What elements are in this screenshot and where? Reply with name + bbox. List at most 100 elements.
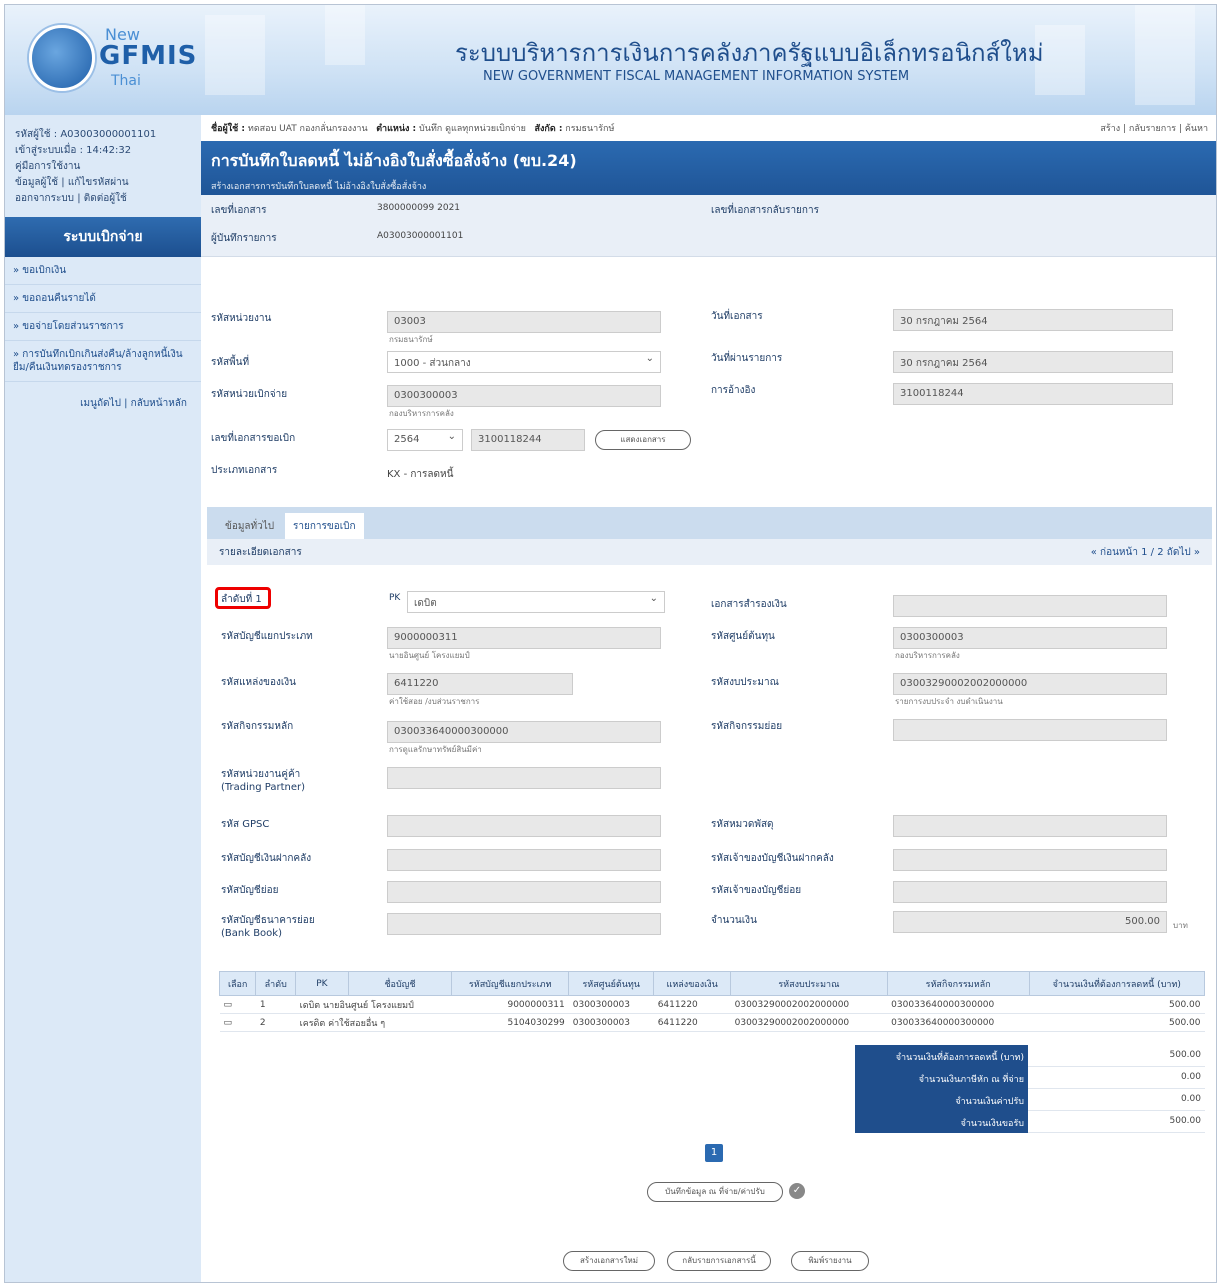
disb-field[interactable]: 0300300003 — [387, 385, 661, 407]
pk-label: PK — [389, 593, 401, 603]
row-fund: 6411220 — [653, 995, 731, 1014]
gl-field[interactable]: 9000000311 — [387, 627, 661, 649]
amount-unit: บาท — [1173, 921, 1188, 930]
gpsc-field[interactable] — [387, 815, 661, 837]
row-cc: 0300300003 — [568, 995, 654, 1014]
table-row[interactable]: ▭ 2 เครดิต ค่าใช้สอยอื่น ๆ 5104030299 03… — [219, 1013, 1205, 1032]
top-links[interactable]: สร้าง | กลับรายการ | ค้นหา — [1100, 121, 1208, 135]
area-select[interactable]: 1000 - ส่วนกลาง — [387, 351, 661, 373]
cc-label: รหัสศูนย์ต้นทุน — [711, 631, 775, 642]
row-budget: 03003290002002000000 — [730, 1013, 888, 1032]
bud-sub: รายการงบประจำ งบดำเนินงาน — [895, 697, 1003, 706]
sub-label: รหัสบัญชีย่อย — [221, 885, 279, 896]
col-activity: รหัสกิจกรรมหลัก — [886, 971, 1030, 996]
logout-link[interactable]: ออกจากระบบ — [15, 193, 74, 204]
fund-field[interactable]: 6411220 — [387, 673, 573, 695]
contact-link[interactable]: ติดต่อผู้ใช้ — [84, 193, 127, 204]
page-button[interactable]: 1 — [705, 1144, 723, 1162]
show-doc-button[interactable]: แสดงเอกสาร — [595, 430, 691, 450]
bank-label: รหัสบัญชีธนาคารย่อย (Bank Book) — [221, 915, 315, 939]
recorder-label: ผู้บันทึกรายการ — [211, 233, 277, 244]
pager[interactable]: « ก่อนหน้า 1 / 2 ถัดไป » — [1091, 545, 1200, 560]
menu-item-pay[interactable]: » ขอจ่ายโดยส่วนราชการ — [5, 313, 201, 341]
col-amount: จำนวนเงินที่ต้องการลดหนี้ (บาท) — [1028, 971, 1206, 996]
row-activity: 030033640000300000 — [887, 995, 1030, 1014]
cc-field[interactable]: 0300300003 — [893, 627, 1167, 649]
item-label: ลำดับที่ 1 — [221, 594, 262, 605]
manual-link[interactable]: คู่มือการใช้งาน — [15, 161, 80, 172]
req-no-field[interactable]: 3100118244 — [471, 429, 585, 451]
tp-field[interactable] — [387, 767, 661, 789]
create-button[interactable]: สร้างเอกสารใหม่ — [563, 1251, 655, 1271]
row-cc: 0300300003 — [568, 1013, 654, 1032]
disb-label: รหัสหน่วยเบิกจ่าย — [211, 389, 288, 400]
bank-field[interactable] — [387, 913, 661, 935]
src-field[interactable] — [893, 595, 1167, 617]
subact-field[interactable] — [893, 719, 1167, 741]
gl-sub: นายอินศูนย์ โครงแยมป์ — [389, 651, 470, 660]
select-icon[interactable]: ▭ — [219, 995, 256, 1014]
row-activity: 030033640000300000 — [887, 1013, 1030, 1032]
user-bar: ชื่อผู้ใช้ : ทดสอบ UAT กองกลั่นกรองงาน ต… — [201, 115, 1216, 141]
menu-item-refund[interactable]: » ขอถอนคืนรายได้ — [5, 285, 201, 313]
row-no: 1 — [255, 995, 296, 1014]
row-gl: 9000000311 — [451, 995, 569, 1014]
col-no: ลำดับ — [255, 971, 297, 996]
req-label: เลขที่เอกสารขอเบิก — [211, 433, 296, 444]
docno-label: เลขที่เอกสาร — [211, 205, 267, 216]
type-value: KX - การลดหนี้ — [387, 469, 454, 480]
col-pk: PK — [295, 971, 349, 996]
menu-item-request[interactable]: » ขอเบิกเงิน — [5, 257, 201, 285]
agency-label: รหัสหน่วยงาน — [211, 313, 272, 324]
reverse-label: เลขที่เอกสารกลับรายการ — [711, 205, 819, 216]
col-account: ชื่อบัญชี — [347, 971, 453, 996]
subowner-field[interactable] — [893, 881, 1167, 903]
amount-field[interactable]: 500.00 — [893, 911, 1167, 933]
wht-label: จำนวนเงินภาษีหัก ณ ที่จ่าย — [855, 1067, 1028, 1089]
ref-field[interactable]: 3100118244 — [893, 383, 1173, 405]
app-frame: New GFMIS Thai ระบบบริหารการเงินการคลังภ… — [4, 4, 1217, 1283]
print-button[interactable]: พิมพ์รายงาน — [791, 1251, 869, 1271]
postdate-field[interactable]: 30 กรกฎาคม 2564 — [893, 351, 1173, 373]
table-row[interactable]: ▭ 1 เดบิต นายอินศูนย์ โครงแยมป์ 90000003… — [219, 995, 1205, 1014]
req-year-select[interactable]: 2564 — [387, 429, 463, 451]
cat-field[interactable] — [893, 815, 1167, 837]
wht-value: 0.00 — [1028, 1067, 1205, 1089]
row-gl: 5104030299 — [451, 1013, 569, 1032]
src-label: เอกสารสำรองเงิน — [711, 599, 787, 610]
back-button[interactable]: กลับรายการเอกสารนี้ — [667, 1251, 771, 1271]
docdate-label: วันที่เอกสาร — [711, 311, 763, 322]
form-area: รหัสหน่วยงาน 03003 กรมธนารักษ์ รหัสพื้นท… — [201, 309, 1216, 495]
save-wht-button[interactable]: บันทึกข้อมูล ณ ที่จ่าย/ค่าปรับ — [647, 1182, 783, 1202]
owner-label: รหัสเจ้าของบัญชีเงินฝากคลัง — [711, 853, 834, 864]
bud-field[interactable]: 03003290002002000000 — [893, 673, 1167, 695]
main-content: ชื่อผู้ใช้ : ทดสอบ UAT กองกลั่นกรองงาน ต… — [201, 115, 1216, 1282]
agency-sub: กรมธนารักษ์ — [389, 335, 433, 344]
check-icon: ✓ — [789, 1183, 805, 1199]
gpsc-label: รหัส GPSC — [221, 819, 270, 830]
tabs: ข้อมูลทั่วไป รายการขอเบิก — [207, 507, 1212, 539]
tab-general[interactable]: ข้อมูลทั่วไป — [217, 513, 282, 539]
pk-select[interactable]: เดบิต — [407, 591, 665, 613]
act-field[interactable]: 030033640000300000 — [387, 721, 661, 743]
owner-field[interactable] — [893, 849, 1167, 871]
row-no: 2 — [255, 1013, 296, 1032]
col-gl: รหัสบัญชีแยกประเภท — [451, 971, 570, 996]
col-fund: แหล่งของเงิน — [653, 971, 732, 996]
page-title: การบันทึกใบลดหนี้ ไม่อ้างอิงใบสั่งซื้อสั… — [211, 151, 577, 170]
select-icon[interactable]: ▭ — [219, 1013, 256, 1032]
change-password-link[interactable]: แก้ไขรหัสผ่าน — [68, 177, 129, 188]
gfmis-logo: New GFMIS Thai — [15, 11, 196, 109]
menu-back-link[interactable]: เมนูถัดไป | กลับหน้าหลัก — [5, 382, 201, 425]
row-amount: 500.00 — [1029, 995, 1205, 1014]
tab-items[interactable]: รายการขอเบิก — [285, 513, 364, 539]
agency-field[interactable]: 03003 — [387, 311, 661, 333]
docdate-field[interactable]: 30 กรกฎาคม 2564 — [893, 309, 1173, 331]
menu-item-return[interactable]: » การบันทึกเบิกเกินส่งคืน/ล้างลูกหนี้เงิ… — [5, 341, 201, 382]
col-select: เลือก — [218, 971, 257, 996]
subowner-label: รหัสเจ้าของบัญชีย่อย — [711, 885, 802, 896]
dep-field[interactable] — [387, 849, 661, 871]
user-info-link[interactable]: ข้อมูลผู้ใช้ — [15, 177, 58, 188]
total-value: 500.00 — [1028, 1045, 1205, 1067]
sub-field[interactable] — [387, 881, 661, 903]
